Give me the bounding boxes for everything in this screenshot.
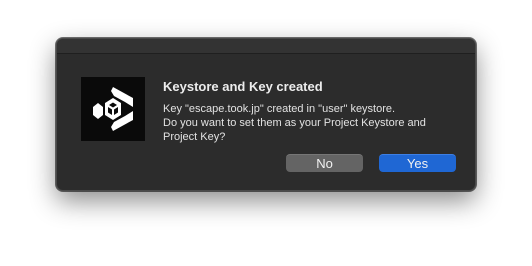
message-line: Do you want to set them as your Project …	[163, 117, 426, 129]
dialog-title-bar[interactable]	[57, 39, 475, 54]
unity-logo-icon	[81, 77, 145, 141]
keystore-dialog: Keystore and Key created Key "escape.too…	[56, 38, 476, 191]
no-button[interactable]: No	[286, 154, 363, 172]
screen: Keystore and Key created Key "escape.too…	[0, 0, 532, 266]
yes-button[interactable]: Yes	[379, 154, 456, 172]
dialog-title: Keystore and Key created	[163, 79, 323, 94]
dialog-message: Key "escape.took.jp" created in "user" k…	[163, 102, 463, 144]
message-line: Project Key?	[163, 131, 226, 143]
message-line: Key "escape.took.jp" created in "user" k…	[163, 103, 396, 115]
